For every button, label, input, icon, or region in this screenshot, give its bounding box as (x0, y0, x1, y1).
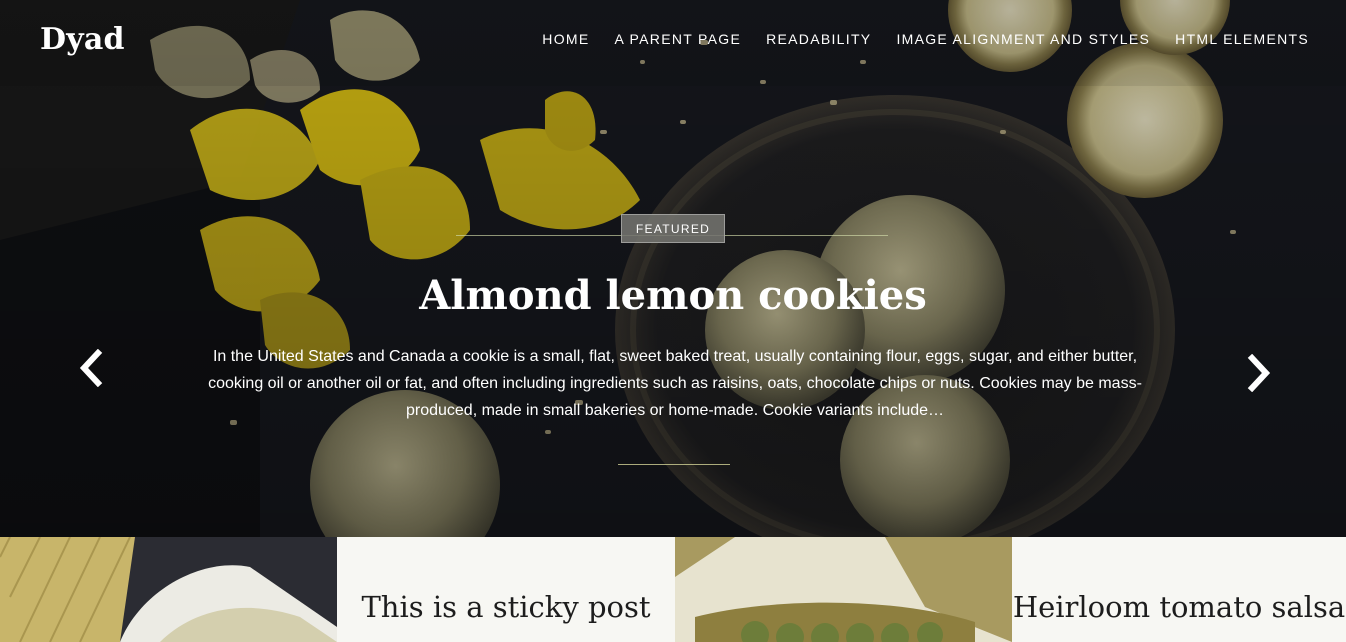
post-title[interactable]: Heirloom tomato salsa (1012, 585, 1346, 629)
slider-prev-button[interactable] (69, 344, 113, 392)
nav-item-html-elements[interactable]: HTML ELEMENTS (1175, 31, 1309, 47)
nav-item-home[interactable]: HOME (542, 31, 589, 47)
nav-item-a-parent-page[interactable]: A PARENT PAGE (615, 31, 742, 47)
site-title[interactable]: Dyad (40, 22, 125, 57)
nav-item-readability[interactable]: READABILITY (766, 31, 871, 47)
featured-post-excerpt: In the United States and Canada a cookie… (208, 348, 1142, 419)
post-title[interactable]: This is a sticky post (337, 585, 675, 629)
chevron-right-icon (1247, 354, 1271, 392)
featured-label-row: FEATURED (0, 214, 1346, 243)
post-card[interactable]: This is a sticky post (337, 537, 675, 642)
post-thumbnail[interactable] (675, 537, 1012, 642)
featured-post-title[interactable]: Almond lemon cookies (0, 272, 1346, 319)
excerpt-divider (618, 464, 730, 465)
post-thumbnail[interactable] (0, 537, 337, 642)
slider-next-button[interactable] (1237, 349, 1281, 397)
site-header: Dyad HOME A PARENT PAGE READABILITY IMAG… (0, 0, 1346, 86)
nav-item-image-alignment[interactable]: IMAGE ALIGNMENT AND STYLES (896, 31, 1150, 47)
post-grid: This is a sticky post Heirloom tomato sa… (0, 537, 1346, 642)
primary-navigation: HOME A PARENT PAGE READABILITY IMAGE ALI… (542, 31, 1309, 47)
chevron-left-icon (79, 349, 103, 387)
post-card[interactable]: Heirloom tomato salsa (1012, 537, 1346, 642)
featured-badge[interactable]: FEATURED (620, 214, 726, 243)
